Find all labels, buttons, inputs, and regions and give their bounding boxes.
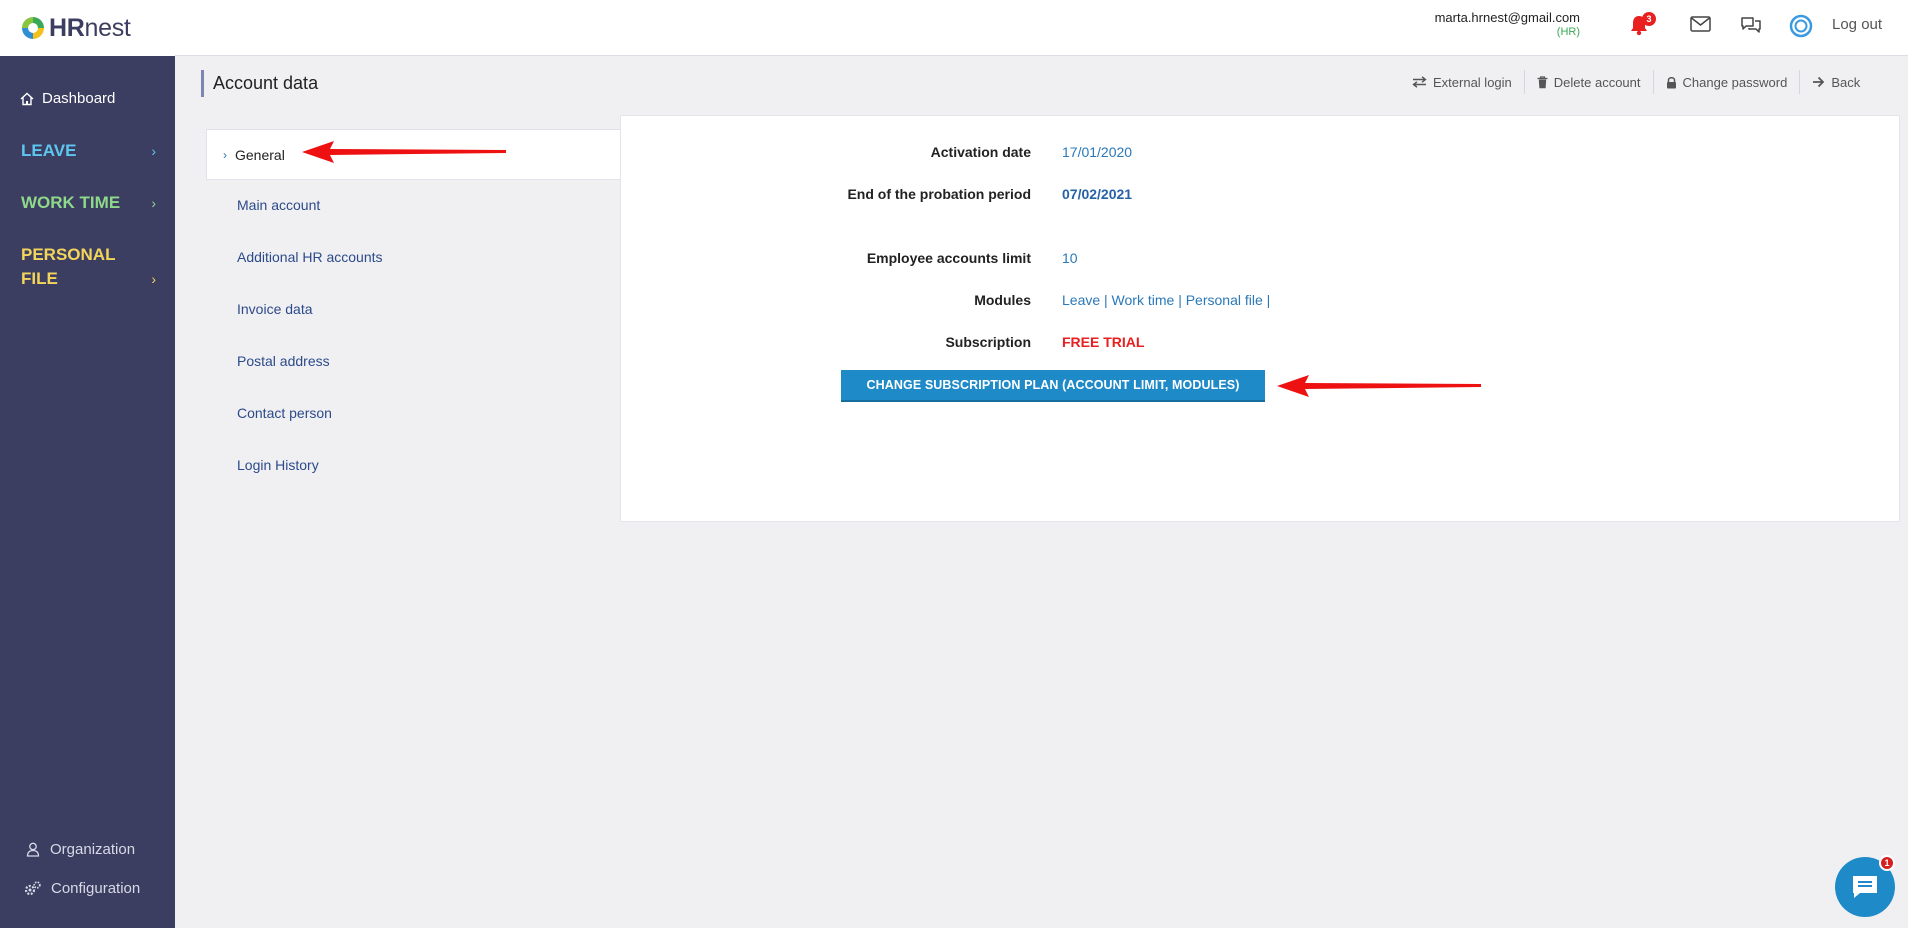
modules-label: Modules bbox=[974, 292, 1031, 308]
notifications-button[interactable]: 3 bbox=[1629, 12, 1656, 41]
sidebar-item-personal-file[interactable]: PERSONAL FILE › bbox=[21, 243, 156, 291]
tab-postal-address[interactable]: Postal address bbox=[237, 353, 330, 369]
probation-period-value: 07/02/2021 bbox=[1062, 186, 1133, 202]
page-actions: External login Delete account Change pas… bbox=[1400, 70, 1860, 94]
delete-account-button[interactable]: Delete account bbox=[1525, 70, 1654, 94]
lifebuoy-icon bbox=[1789, 14, 1813, 38]
sidebar-item-configuration[interactable]: Configuration bbox=[24, 880, 140, 897]
sidebar-item-dashboard[interactable]: Dashboard bbox=[20, 90, 115, 107]
user-info[interactable]: marta.hrnest@gmail.com (HR) bbox=[1435, 10, 1580, 38]
activation-date-value: 17/01/2020 bbox=[1062, 144, 1133, 160]
change-subscription-plan-button[interactable]: CHANGE SUBSCRIPTION PLAN (ACCOUNT LIMIT,… bbox=[841, 370, 1265, 402]
probation-period-label: End of the probation period bbox=[847, 186, 1031, 202]
lock-icon bbox=[1666, 76, 1676, 88]
chevron-right-icon: › bbox=[151, 143, 156, 159]
sidebar-item-label: Organization bbox=[50, 841, 136, 858]
notifications-badge: 3 bbox=[1642, 12, 1656, 26]
swap-arrows-icon bbox=[1412, 76, 1427, 88]
action-label: Change password bbox=[1682, 74, 1788, 90]
general-panel: Activation date 17/01/2020 End of the pr… bbox=[620, 115, 1900, 522]
sidebar-item-label: PERSONAL FILE bbox=[21, 245, 116, 288]
top-header: marta.hrnest@gmail.com (HR) 3 Log out bbox=[175, 0, 1908, 56]
messages-button[interactable] bbox=[1690, 16, 1711, 37]
accounts-limit-value: 10 bbox=[1062, 250, 1078, 266]
user-email: marta.hrnest@gmail.com bbox=[1434, 10, 1580, 25]
tab-main-account[interactable]: Main account bbox=[237, 197, 320, 213]
chat-badge: 1 bbox=[1879, 855, 1895, 871]
sidebar-item-label: Dashboard bbox=[42, 90, 116, 107]
home-icon bbox=[20, 92, 34, 105]
chevron-right-icon: › bbox=[223, 147, 227, 162]
sidebar-item-work-time[interactable]: WORK TIME › bbox=[21, 191, 156, 215]
sidebar: HRnest Dashboard LEAVE › WORK TIME › PER… bbox=[0, 0, 175, 928]
subscription-label: Subscription bbox=[945, 334, 1031, 350]
page-title: Account data bbox=[201, 70, 318, 97]
app-logo[interactable]: HRnest bbox=[0, 0, 175, 56]
action-label: External login bbox=[1433, 74, 1512, 90]
gears-icon bbox=[24, 881, 41, 896]
action-label: Delete account bbox=[1553, 74, 1641, 90]
logout-link[interactable]: Log out bbox=[1832, 16, 1882, 33]
chevron-right-icon: › bbox=[151, 271, 156, 287]
sidebar-item-organization[interactable]: Organization bbox=[26, 841, 135, 858]
sidebar-item-leave[interactable]: LEAVE › bbox=[21, 139, 156, 163]
tab-label: General bbox=[235, 146, 285, 163]
arrow-right-icon bbox=[1813, 76, 1825, 88]
tab-contact-person[interactable]: Contact person bbox=[237, 405, 332, 421]
sidebar-item-label: LEAVE bbox=[21, 141, 77, 160]
annotation-arrow-icon bbox=[302, 141, 506, 163]
sidebar-item-label: WORK TIME bbox=[21, 193, 121, 212]
chat-bubbles-icon bbox=[1741, 17, 1761, 33]
activation-date-label: Activation date bbox=[930, 144, 1031, 160]
tab-additional-hr-accounts[interactable]: Additional HR accounts bbox=[237, 249, 383, 265]
tab-invoice-data[interactable]: Invoice data bbox=[237, 301, 313, 317]
chevron-right-icon: › bbox=[151, 195, 156, 211]
annotation-arrow-icon bbox=[1277, 375, 1481, 397]
modules-value: Leave | Work time | Personal file | bbox=[1062, 292, 1271, 308]
support-chat-button[interactable]: 1 bbox=[1835, 855, 1895, 917]
user-role: (HR) bbox=[1556, 26, 1580, 38]
external-login-button[interactable]: External login bbox=[1400, 70, 1525, 94]
change-password-button[interactable]: Change password bbox=[1654, 70, 1801, 94]
trash-icon bbox=[1537, 75, 1548, 88]
logo-ring-icon bbox=[22, 17, 44, 39]
envelope-icon bbox=[1690, 16, 1711, 32]
logo-text: HRnest bbox=[49, 13, 131, 42]
subscription-value: FREE TRIAL bbox=[1062, 334, 1145, 350]
chat-button[interactable] bbox=[1740, 16, 1762, 39]
tab-login-history[interactable]: Login History bbox=[237, 457, 319, 473]
back-button[interactable]: Back bbox=[1800, 70, 1860, 94]
chat-bubble-icon bbox=[1853, 876, 1877, 898]
action-label: Back bbox=[1831, 74, 1861, 90]
sidebar-item-label: Configuration bbox=[51, 880, 141, 897]
accounts-limit-label: Employee accounts limit bbox=[866, 250, 1031, 266]
user-icon bbox=[26, 842, 40, 857]
help-button[interactable] bbox=[1789, 14, 1813, 43]
